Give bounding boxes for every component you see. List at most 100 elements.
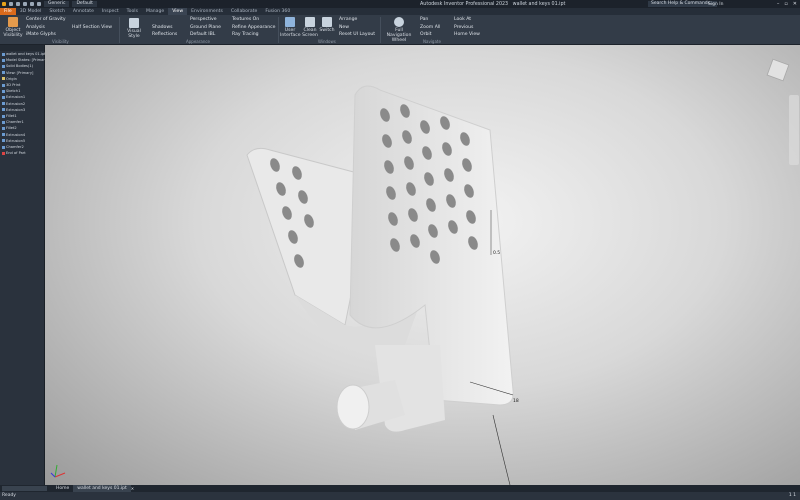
switch-button[interactable]: Switch	[319, 17, 335, 33]
close-tab-icon[interactable]: ✕	[131, 486, 134, 491]
zoom-all-button[interactable]: Zoom All	[420, 25, 440, 30]
node-label: Extrusion3	[6, 107, 26, 112]
label: Switch	[319, 28, 335, 33]
ribbon-tabs: File 3D Model Sketch Annotate Inspect To…	[0, 8, 800, 15]
node-icon	[2, 71, 5, 75]
node-icon	[2, 95, 5, 99]
ground-plane-button[interactable]: Ground Plane	[190, 25, 221, 30]
open-icon[interactable]	[16, 2, 20, 6]
sign-in-button[interactable]: Sign In	[708, 2, 723, 7]
node-label: Extrusion2	[6, 101, 26, 106]
perspective-button[interactable]: Perspective	[190, 17, 217, 22]
status-bar: Ready 1 1	[0, 492, 800, 500]
tab-collaborate[interactable]: Collaborate	[227, 8, 261, 15]
node-icon	[2, 126, 5, 130]
tab-home[interactable]: Home	[52, 485, 73, 492]
save-icon[interactable]	[23, 2, 27, 6]
redo-icon[interactable]	[37, 2, 41, 6]
dimension-label[interactable]: 0.5	[493, 250, 500, 256]
reset-ui-layout-button[interactable]: Reset UI Layout	[339, 32, 375, 37]
shadows-button[interactable]: Shadows	[152, 25, 173, 30]
tab-manage[interactable]: Manage	[142, 8, 168, 15]
object-visibility-button[interactable]: Object Visibility	[3, 17, 23, 38]
navigation-bar[interactable]	[789, 95, 799, 165]
app-title: Autodesk Inventor Professional 2023	[420, 1, 509, 7]
reflections-button[interactable]: Reflections	[152, 32, 177, 37]
node-label: Model States: [Primary]	[6, 58, 49, 63]
user-interface-icon	[285, 17, 295, 27]
ribbon: Object Visibility Center of Gravity Anal…	[0, 15, 800, 45]
node-icon	[2, 83, 5, 87]
pan-button[interactable]: Pan	[420, 17, 428, 22]
browser-search[interactable]	[2, 486, 47, 491]
node-label: 3D Print	[6, 83, 21, 88]
node-label: Sketch1	[6, 89, 21, 94]
browser-node[interactable]: End of Part	[0, 150, 44, 156]
imate-glyphs-button[interactable]: iMate Glyphs	[26, 32, 56, 37]
center-of-gravity-button[interactable]: Center of Gravity	[26, 17, 66, 22]
restore-icon[interactable]: ▫	[784, 1, 787, 7]
undo-icon[interactable]	[30, 2, 34, 6]
node-icon	[2, 52, 5, 56]
user-interface-button[interactable]: User Interface	[280, 17, 301, 38]
status-counts: 1 1	[788, 493, 796, 498]
tab-3d-model[interactable]: 3D Model	[16, 8, 46, 15]
new-window-button[interactable]: New	[339, 25, 349, 30]
document-title: wallet and keys 01.ipt	[512, 1, 566, 7]
minimize-icon[interactable]: –	[777, 1, 780, 7]
node-icon	[2, 133, 5, 137]
search-input[interactable]: Search Help & Commands...	[648, 1, 718, 7]
textures-on-button[interactable]: Textures On	[232, 17, 259, 22]
node-icon	[2, 102, 5, 106]
analysis-button[interactable]: Analysis	[26, 25, 45, 30]
3d-viewport[interactable]: 0.5 18	[45, 45, 800, 486]
node-icon	[2, 77, 5, 81]
node-icon	[2, 114, 5, 118]
node-icon	[2, 151, 5, 155]
tab-file[interactable]: File	[0, 8, 16, 15]
material-dropdown[interactable]: Generic	[44, 1, 70, 7]
node-label: Fillet2	[6, 126, 17, 131]
label: Clean Screen	[302, 28, 318, 38]
title-bar: Generic Default Autodesk Inventor Profes…	[0, 0, 800, 8]
group-windows: Windows	[318, 39, 336, 44]
node-label: Origin	[6, 76, 17, 81]
tab-view[interactable]: View	[168, 8, 188, 15]
new-icon[interactable]	[9, 2, 13, 6]
previous-view-button[interactable]: Previous	[454, 25, 473, 30]
app-icon[interactable]	[2, 2, 6, 6]
axis-triad-icon	[50, 464, 66, 478]
ray-tracing-button[interactable]: Ray Tracing	[232, 32, 259, 37]
tab-fusion-360[interactable]: Fusion 360	[261, 8, 294, 15]
tab-environments[interactable]: Environments	[187, 8, 227, 15]
tab-tools[interactable]: Tools	[123, 8, 142, 15]
half-section-view-button[interactable]: Half Section View	[72, 25, 112, 30]
peg-end	[336, 384, 370, 430]
node-icon	[2, 145, 5, 149]
node-label: Chamfer1	[6, 120, 24, 125]
orbit-button[interactable]: Orbit	[420, 32, 432, 37]
node-label: View: [Primary]	[6, 70, 34, 75]
arrange-button[interactable]: Arrange	[339, 17, 357, 22]
node-label: Extrusion4	[6, 132, 26, 137]
tab-inspect[interactable]: Inspect	[98, 8, 123, 15]
node-label: Fillet1	[6, 114, 17, 119]
home-view-button[interactable]: Home View	[454, 32, 480, 37]
status-text: Ready	[2, 493, 16, 498]
refine-appearance-button[interactable]: Refine Appearance	[232, 25, 276, 30]
tab-sketch[interactable]: Sketch	[45, 8, 68, 15]
node-icon	[2, 108, 5, 112]
look-at-button[interactable]: Look At	[454, 17, 471, 22]
tab-annotate[interactable]: Annotate	[69, 8, 98, 15]
node-icon	[2, 120, 5, 124]
window-title: Autodesk Inventor Professional 2023 wall…	[420, 2, 565, 7]
close-icon[interactable]: ✕	[793, 1, 797, 7]
default-ibl-button[interactable]: Default IBL	[190, 32, 215, 37]
node-label: Extrusion5	[6, 138, 26, 143]
appearance-dropdown[interactable]: Default	[72, 1, 97, 7]
visual-style-button[interactable]: Visual Style	[122, 18, 146, 39]
full-navigation-wheel-button[interactable]: Full Navigation Wheel	[382, 17, 416, 43]
clean-screen-button[interactable]: Clean Screen	[302, 17, 318, 38]
dimension-label[interactable]: 18	[513, 398, 519, 404]
quick-access-toolbar: Generic Default	[0, 1, 97, 7]
